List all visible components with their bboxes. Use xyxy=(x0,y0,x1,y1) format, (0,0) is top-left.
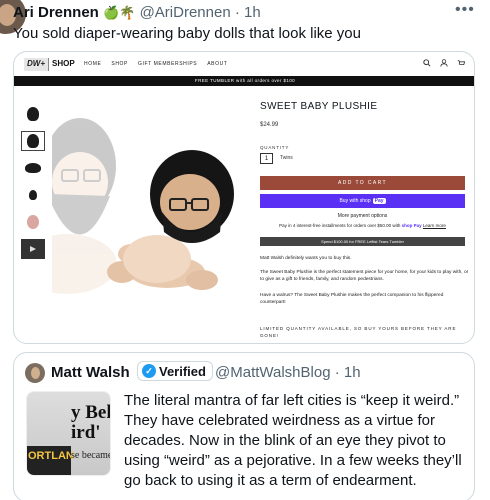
description-paragraph: Have a walrus? The Sweet Baby Plushie ma… xyxy=(260,293,444,305)
buy-with-shop-pay-button[interactable]: Buy with shop Pay xyxy=(260,194,465,208)
logo-dw: DW+ xyxy=(24,58,48,71)
account-icon xyxy=(440,59,448,67)
installments-label: Pay in 4 interest-free installments for … xyxy=(279,223,401,228)
thumb-text-1: y Beh xyxy=(71,402,110,423)
thumb-text-4: se became xyxy=(71,450,111,461)
thumbnail-list xyxy=(21,104,47,266)
quantity-label: QUANTITY xyxy=(260,145,290,150)
product-price: $24.99 xyxy=(260,122,279,128)
tweet-time[interactable]: · 1h xyxy=(235,4,261,21)
quote-author-handle[interactable]: @MattWalshBlog · 1h xyxy=(215,364,361,381)
verified-label: Verified xyxy=(159,363,206,379)
thumbnail xyxy=(21,185,45,205)
thumb-text-2: ird' xyxy=(71,422,101,443)
thumb-text-3: ORTLAN xyxy=(28,450,74,462)
author-emojis: 🍏🌴 xyxy=(103,5,136,20)
limited-quantity-note: LIMITED QUANTITY AVAILABLE, SO BUY YOURS… xyxy=(260,326,457,338)
author-name[interactable]: Ari Drennen xyxy=(13,4,99,21)
product-image xyxy=(52,118,234,294)
nav-about: ABOUT xyxy=(207,61,228,67)
shop-nav: HOME SHOP GIFT MEMBERSHIPS ABOUT xyxy=(84,61,227,67)
description-line: Matt Walsh definitely wants you to buy t… xyxy=(260,256,352,261)
search-icon xyxy=(423,59,431,67)
add-to-cart-button[interactable]: ADD TO CART xyxy=(260,176,465,190)
tweet-header: Ari Drennen 🍏🌴 @AriDrennen · 1h xyxy=(13,4,261,21)
shop-screenshot[interactable]: DW+ SHOP HOME SHOP GIFT MEMBERSHIPS ABOU… xyxy=(13,51,475,344)
logo-shop: SHOP xyxy=(48,58,78,71)
quote-author-avatar[interactable] xyxy=(25,363,45,383)
cart-icon xyxy=(457,60,465,65)
nav-gift-memberships: GIFT MEMBERSHIPS xyxy=(137,61,198,67)
installments-text: Pay in 4 interest-free installments for … xyxy=(260,223,465,228)
description-paragraph: The Sweet Baby Plushie is the perfect st… xyxy=(260,270,469,282)
thumbnail-selected xyxy=(21,131,45,151)
quote-thumbnail-image[interactable]: y Beh ird' ORTLAN se became xyxy=(26,391,111,476)
shop-pay-brand: shop Pay xyxy=(401,223,422,228)
verified-badge: ✓ Verified xyxy=(137,361,213,381)
thumbnail xyxy=(21,158,45,178)
nav-home: HOME xyxy=(84,61,102,67)
quote-author-name[interactable]: Matt Walsh xyxy=(51,364,130,381)
more-options-icon[interactable]: ••• xyxy=(455,1,475,19)
thumbnail-video xyxy=(21,239,45,259)
variant-option[interactable]: Twins xyxy=(280,155,293,161)
nav-shop: SHOP xyxy=(111,61,128,67)
shop-logo: DW+ SHOP xyxy=(24,58,78,71)
promo-banner: FREE TUMBLER with all orders over $100 xyxy=(14,76,474,86)
product-title: SWEET BABY PLUSHIE xyxy=(260,101,378,112)
more-payment-options-link[interactable]: More payment options xyxy=(260,213,465,219)
buy-with-label: Buy with xyxy=(339,198,359,204)
spend-threshold-bar: Spend $100.00 for FREE Leftist Tears Tum… xyxy=(260,237,465,246)
thumbnail xyxy=(21,104,45,124)
thumbnail xyxy=(21,212,45,232)
quoted-tweet[interactable]: Matt Walsh ✓ Verified @MattWalshBlog · 1… xyxy=(13,352,475,500)
learn-more-link[interactable]: Learn more xyxy=(423,223,446,228)
tweet-text: You sold diaper-wearing baby dolls that … xyxy=(13,25,361,42)
verified-check-icon: ✓ xyxy=(142,364,156,378)
shop-nav-icons xyxy=(423,59,465,67)
quantity-input[interactable]: 1 xyxy=(260,153,273,164)
author-handle[interactable]: @AriDrennen xyxy=(140,4,231,21)
quote-text: The literal mantra of far left cities is… xyxy=(124,392,462,489)
shop-pay-label: Pay xyxy=(372,198,386,204)
